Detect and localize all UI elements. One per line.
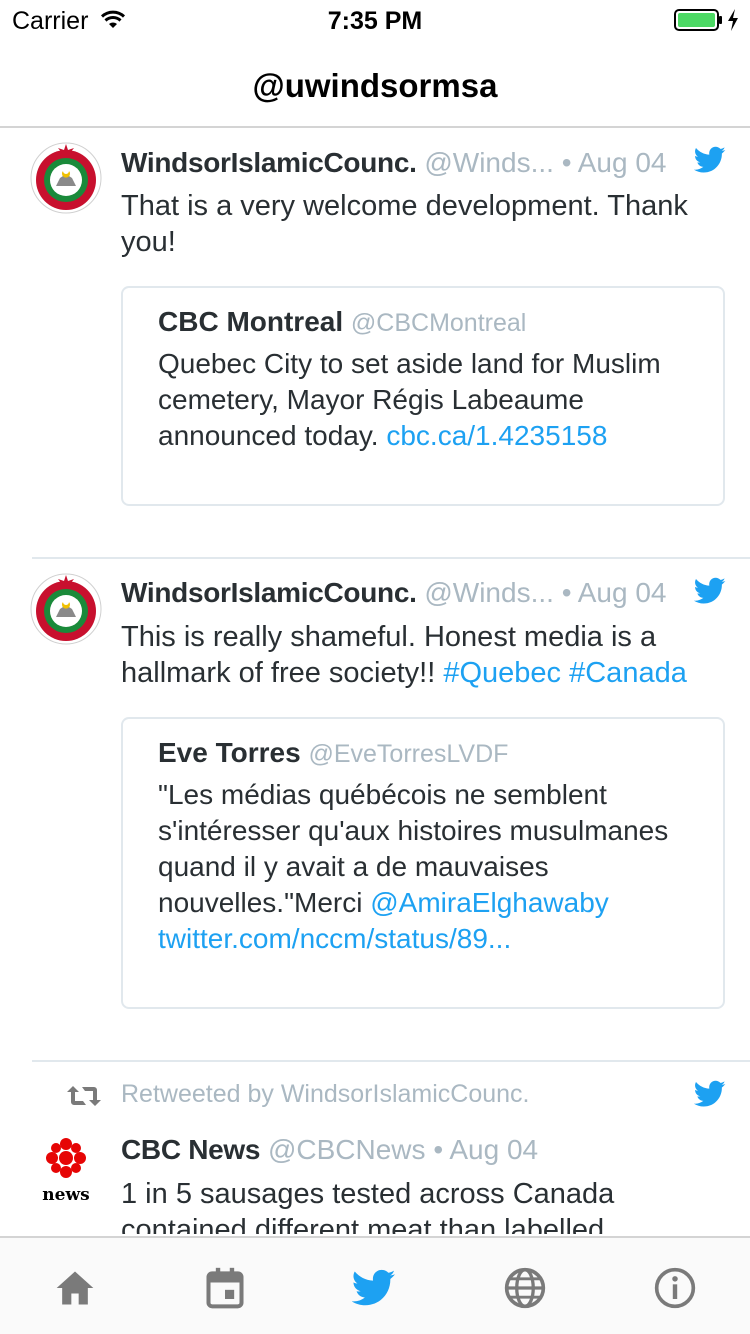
- tweet-text: This is really shameful. Honest media is…: [121, 619, 731, 691]
- tweet-header: WindsorIslamicCounc. @Winds... • Aug 04: [121, 147, 667, 183]
- quoted-tweet-text: "Les médias québécois ne semblent s'inté…: [158, 777, 698, 957]
- author-name[interactable]: WindsorIslamicCounc.: [121, 577, 417, 608]
- author-handle[interactable]: @Winds...: [424, 577, 554, 608]
- tweet-header: WindsorIslamicCounc. @Winds... • Aug 04: [121, 577, 667, 613]
- tweet-date: Aug 04: [449, 1134, 539, 1165]
- author-name[interactable]: CBC News: [121, 1134, 260, 1165]
- cbc-gem-icon: [46, 1138, 86, 1178]
- tweet[interactable]: WindsorIslamicCounc. @Winds... • Aug 04 …: [0, 130, 750, 559]
- tweet[interactable]: Retweeted by WindsorIslamicCounc. news C…: [0, 1062, 750, 1234]
- quoted-tweet[interactable]: CBC Montreal @CBCMontreal Quebec City to…: [121, 286, 725, 506]
- author-handle[interactable]: @CBCNews: [268, 1134, 426, 1165]
- quoted-author-name: CBC Montreal: [158, 306, 344, 337]
- retweet-context: Retweeted by WindsorIslamicCounc.: [0, 1080, 750, 1112]
- page-title: @uwindsormsa: [252, 67, 498, 104]
- quoted-tweet-link[interactable]: twitter.com/nccm/status/89...: [158, 923, 511, 954]
- twitter-bird-icon: [694, 577, 726, 604]
- cbc-news-avatar[interactable]: news: [30, 1136, 102, 1208]
- twitter-bird-icon: [694, 146, 726, 173]
- clock: 7:35 PM: [327, 7, 423, 35]
- calendar-icon[interactable]: [203, 1266, 247, 1310]
- windsor-islamic-council-avatar[interactable]: [30, 142, 102, 214]
- quoted-author-handle: @CBCMontreal: [350, 309, 527, 337]
- battery-icon: [674, 9, 722, 31]
- tab-bar: [0, 1236, 750, 1334]
- tweet-hashtags[interactable]: #Quebec #Canada: [443, 657, 686, 689]
- globe-icon[interactable]: [503, 1266, 547, 1310]
- windsor-islamic-council-avatar[interactable]: [30, 573, 102, 645]
- author-name[interactable]: WindsorIslamicCounc.: [121, 147, 417, 178]
- tweet-date: Aug 04: [577, 577, 667, 608]
- home-icon[interactable]: [53, 1266, 97, 1310]
- twitter-bird-icon: [694, 1080, 726, 1107]
- navigation-bar: @uwindsormsa: [0, 40, 750, 128]
- twitter-icon[interactable]: [352, 1266, 396, 1310]
- quoted-tweet-link[interactable]: cbc.ca/1.4235158: [386, 420, 607, 451]
- quoted-tweet[interactable]: Eve Torres @EveTorresLVDF "Les médias qu…: [121, 717, 725, 1009]
- quoted-author-name: Eve Torres: [158, 737, 301, 768]
- author-handle[interactable]: @Winds...: [424, 147, 554, 178]
- cbc-news-avatar-label: news: [42, 1185, 90, 1205]
- tweet-feed[interactable]: WindsorIslamicCounc. @Winds... • Aug 04 …: [0, 130, 750, 1234]
- tweet-text: 1 in 5 sausages tested across Canada con…: [121, 1178, 615, 1234]
- charging-icon: [728, 9, 738, 31]
- tweet-text: That is a very welcome development. Than…: [121, 190, 688, 258]
- quoted-tweet-header: CBC Montreal @CBCMontreal: [158, 306, 526, 338]
- info-icon[interactable]: [653, 1266, 697, 1310]
- quoted-tweet-header: Eve Torres @EveTorresLVDF: [158, 737, 508, 769]
- separator-dot: •: [561, 577, 572, 608]
- retweeted-by-label: Retweeted by WindsorIslamicCounc.: [121, 1080, 530, 1108]
- tweet[interactable]: WindsorIslamicCounc. @Winds... • Aug 04 …: [0, 559, 750, 1062]
- tweet-date: Aug 04: [577, 147, 667, 178]
- quoted-tweet-text: Quebec City to set aside land for Muslim…: [158, 346, 698, 454]
- tweet-header: CBC News @CBCNews • Aug 04: [121, 1134, 538, 1170]
- quoted-tweet-mention[interactable]: @AmiraElghawaby: [370, 887, 609, 918]
- retweet-icon: [67, 1086, 101, 1106]
- quoted-author-handle: @EveTorresLVDF: [308, 740, 509, 768]
- separator-dot: •: [433, 1134, 444, 1165]
- separator-dot: •: [561, 147, 572, 178]
- status-bar: Carrier 7:35 PM: [0, 0, 750, 40]
